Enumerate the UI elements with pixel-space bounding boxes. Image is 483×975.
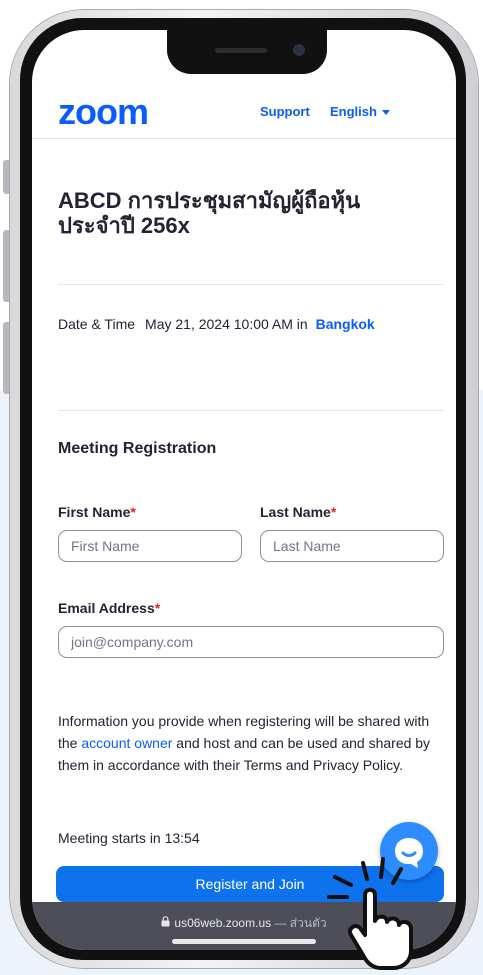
zoom-logo[interactable]: zoom (58, 92, 149, 132)
front-camera (293, 44, 305, 56)
site-header: zoom Support English (32, 88, 456, 139)
chevron-down-icon (381, 110, 390, 116)
datetime-value: May 21, 2024 10:00 AM (145, 316, 293, 332)
first-name-input[interactable] (58, 530, 242, 562)
required-asterisk: * (130, 504, 136, 520)
home-indicator[interactable] (172, 939, 316, 944)
url-separator: — (271, 916, 290, 930)
support-link[interactable]: Support (260, 104, 310, 119)
first-name-label-text: First Name (58, 504, 131, 520)
email-label-text: Email Address (58, 600, 155, 616)
divider (58, 410, 444, 411)
last-name-label-text: Last Name (260, 504, 331, 520)
timezone-link[interactable]: Bangkok (316, 316, 375, 332)
browsing-mode: ส่วนตัว (289, 916, 327, 930)
datetime-label: Date & Time (58, 316, 136, 332)
meeting-title: ABCD การประชุมสามัญผู้ถือหุ้น ประจำปี 25… (58, 188, 361, 238)
lock-icon (161, 916, 170, 930)
tap-hand-icon (327, 857, 413, 970)
email-label: Email Address* (58, 600, 160, 616)
language-label: English (330, 104, 377, 119)
datetime-in: in (296, 316, 308, 332)
privacy-notice: Information you provide when registering… (58, 710, 444, 776)
divider (58, 284, 444, 285)
registration-heading: Meeting Registration (58, 440, 217, 457)
account-owner-link[interactable]: account owner (81, 735, 172, 751)
meeting-datetime: Date & Time May 21, 2024 10:00 AM in Bang… (58, 316, 375, 332)
email-input[interactable] (58, 626, 444, 658)
last-name-input[interactable] (260, 530, 444, 562)
first-name-label: First Name* (58, 504, 136, 520)
language-dropdown[interactable]: English (330, 104, 390, 119)
phone-notch (167, 30, 327, 74)
phone-screen: zoom Support English ABCD การประชุมสามัญ… (32, 30, 456, 950)
url-host: us06web.zoom.us (174, 916, 272, 930)
last-name-label: Last Name* (260, 504, 336, 520)
meeting-countdown: Meeting starts in 13:54 (58, 830, 200, 846)
required-asterisk: * (330, 504, 337, 520)
required-asterisk: * (154, 600, 161, 616)
speaker-grille (215, 48, 267, 53)
